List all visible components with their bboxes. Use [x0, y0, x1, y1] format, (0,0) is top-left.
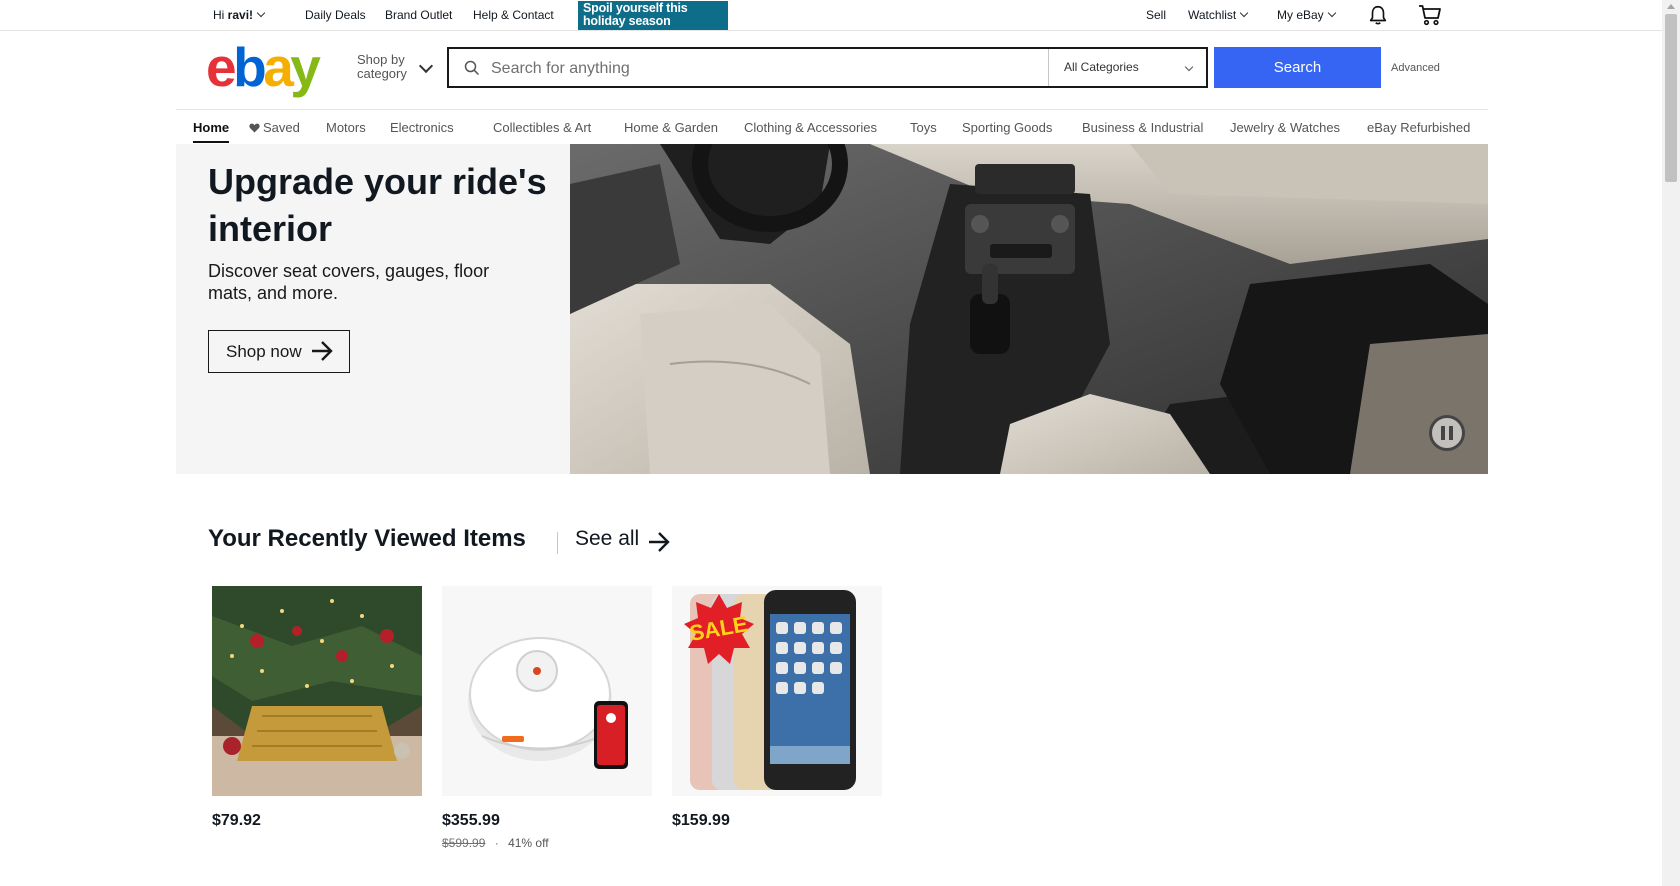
item-original-price: $599.99: [442, 836, 486, 850]
sell-link[interactable]: Sell: [1146, 8, 1166, 22]
daily-deals-link[interactable]: Daily Deals: [305, 8, 366, 22]
holiday-promo-banner[interactable]: Spoil yourself this holiday season: [578, 1, 728, 30]
shop-by-category-button[interactable]: Shop by category: [357, 53, 407, 81]
nav-item-business-industrial[interactable]: Business & Industrial: [1082, 120, 1203, 135]
heart-icon: [249, 123, 260, 133]
ebay-logo[interactable]: ebay: [206, 40, 321, 95]
nav-item-home[interactable]: Home: [193, 120, 229, 135]
greeting-name: ravi!: [227, 8, 254, 22]
brand-outlet-link[interactable]: Brand Outlet: [385, 8, 452, 22]
chevron-down-icon: [1327, 8, 1336, 18]
category-select-value: All Categories: [1064, 60, 1139, 74]
shop-now-label: Shop now: [226, 341, 302, 361]
item-image-iphone[interactable]: SALE: [672, 586, 882, 796]
search-button[interactable]: Search: [1214, 47, 1381, 88]
nav-item-motors[interactable]: Motors: [326, 120, 366, 135]
watchlist-label: Watchlist: [1188, 8, 1237, 22]
christmas-tree-illustration: [212, 586, 422, 796]
nav-item-toys[interactable]: Toys: [910, 120, 937, 135]
hero-image-car-interior[interactable]: [570, 144, 1488, 474]
item-image-robot-vacuum[interactable]: [442, 586, 652, 796]
bell-icon[interactable]: [1367, 4, 1389, 26]
category-select[interactable]: All Categories: [1048, 49, 1208, 86]
arrow-right-icon[interactable]: [647, 531, 671, 553]
hero-panel: Upgrade your ride's interior Discover se…: [176, 144, 570, 474]
nav-item-clothing-accessories[interactable]: Clothing & Accessories: [744, 120, 877, 135]
nav-item-electronics[interactable]: Electronics: [390, 120, 454, 135]
nav-item-collectibles-art[interactable]: Collectibles & Art: [493, 120, 591, 135]
shop-by-line2: category: [357, 66, 407, 81]
item-price: $355.99: [442, 812, 500, 829]
watchlist-menu[interactable]: Watchlist: [1188, 8, 1249, 22]
pause-icon-bar-left: [1441, 426, 1445, 440]
chevron-down-icon: [1239, 8, 1249, 18]
chevron-down-icon: [256, 8, 266, 18]
nav-item-sporting-goods[interactable]: Sporting Goods: [962, 120, 1052, 135]
greeting-prefix: Hi: [213, 8, 228, 22]
nav-item-saved-label: Saved: [263, 120, 300, 135]
chevron-down-icon: [1184, 62, 1194, 72]
item-price: $159.99: [672, 812, 730, 829]
section-divider: [557, 532, 558, 554]
nav-item-jewelry-watches[interactable]: Jewelry & Watches: [1230, 120, 1340, 135]
search-icon: [464, 60, 480, 76]
shop-by-line1: Shop by: [357, 52, 405, 67]
hero-title: Upgrade your ride's interior: [208, 161, 547, 249]
cart-icon[interactable]: [1418, 4, 1442, 26]
shop-now-button[interactable]: Shop now: [208, 330, 350, 373]
item-image-christmas-tree[interactable]: [212, 586, 422, 796]
robot-vacuum-illustration: [442, 586, 652, 796]
my-ebay-label: My eBay: [1277, 8, 1324, 22]
pause-icon-bar-right: [1449, 426, 1453, 440]
scrollbar-thumb[interactable]: [1665, 14, 1677, 182]
price-separator: ·: [494, 836, 499, 850]
category-nav: Home Saved Motors Electronics Collectibl…: [176, 109, 1488, 144]
see-all-link[interactable]: See all: [575, 527, 639, 551]
arrow-right-icon: [312, 341, 333, 361]
scroll-up-arrow-icon[interactable]: [1667, 4, 1675, 9]
nav-item-home-garden[interactable]: Home & Garden: [624, 120, 718, 135]
chevron-down-icon: [418, 58, 434, 74]
item-price: $79.92: [212, 812, 261, 829]
nav-item-ebay-refurbished[interactable]: eBay Refurbished: [1367, 120, 1470, 135]
nav-item-saved[interactable]: Saved: [249, 120, 300, 135]
car-interior-illustration: [570, 144, 1488, 474]
advanced-search-link[interactable]: Advanced: [1391, 62, 1440, 74]
carousel-pause-button[interactable]: [1429, 415, 1465, 451]
item-discount: 41% off: [508, 836, 549, 850]
item-original-price-row: $599.99 · 41% off: [442, 836, 549, 850]
active-tab-underline: [193, 141, 229, 143]
search-bar: All Categories: [447, 47, 1208, 88]
top-utility-bar: Hi ravi! Daily Deals Brand Outlet Help &…: [0, 0, 1662, 31]
my-ebay-menu[interactable]: My eBay: [1277, 8, 1336, 22]
iphone-sale-illustration: SALE: [672, 586, 882, 796]
recently-viewed-title: Your Recently Viewed Items: [208, 525, 526, 552]
vertical-scrollbar[interactable]: [1662, 0, 1680, 886]
hero-subtitle: Discover seat covers, gauges, floor mats…: [208, 261, 490, 303]
help-contact-link[interactable]: Help & Contact: [473, 8, 554, 22]
greeting-menu[interactable]: Hi ravi!: [213, 8, 266, 22]
search-input[interactable]: [489, 53, 1073, 85]
